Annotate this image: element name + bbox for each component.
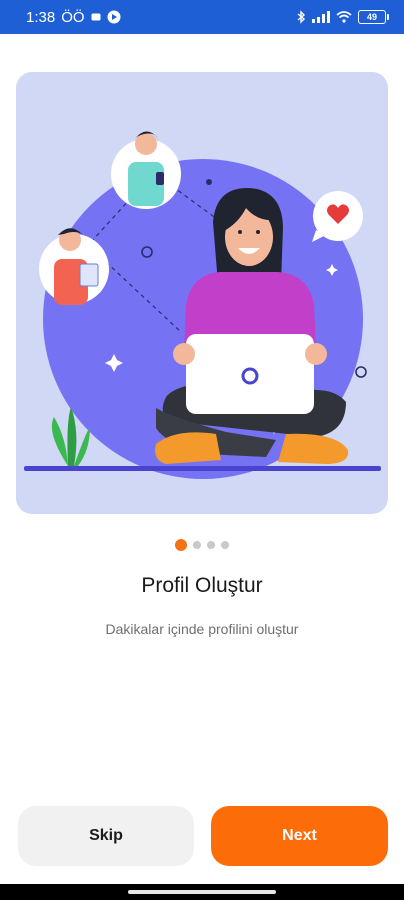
page-dot-active[interactable] — [175, 539, 187, 551]
play-store-icon — [107, 10, 121, 24]
illustration-graphic — [24, 131, 381, 479]
page-dot[interactable] — [207, 541, 215, 549]
status-bar: 1:38 ÖÖ 49 — [0, 0, 404, 34]
clock: 1:38 — [26, 8, 56, 26]
page-dot[interactable] — [221, 541, 229, 549]
onboarding-title: Profil Oluştur — [141, 574, 263, 597]
status-extra: ÖÖ — [61, 8, 85, 26]
skip-button[interactable]: Skip — [18, 806, 194, 866]
status-right: 49 — [296, 10, 389, 24]
signal-icon — [312, 11, 330, 23]
status-left: 1:38 ÖÖ — [26, 9, 121, 26]
page-indicator — [0, 539, 404, 551]
next-button[interactable]: Next — [211, 806, 388, 866]
onboarding-illustration — [16, 72, 388, 514]
system-nav-bar — [0, 884, 404, 900]
home-gesture-handle[interactable] — [128, 890, 276, 894]
onboarding-subtitle: Dakikalar içinde profilini oluştur — [105, 621, 299, 637]
battery-icon: 49 — [358, 10, 389, 24]
image-notification-icon — [91, 13, 101, 21]
page-dot[interactable] — [193, 541, 201, 549]
bluetooth-icon — [297, 10, 306, 24]
wifi-icon — [336, 11, 352, 23]
